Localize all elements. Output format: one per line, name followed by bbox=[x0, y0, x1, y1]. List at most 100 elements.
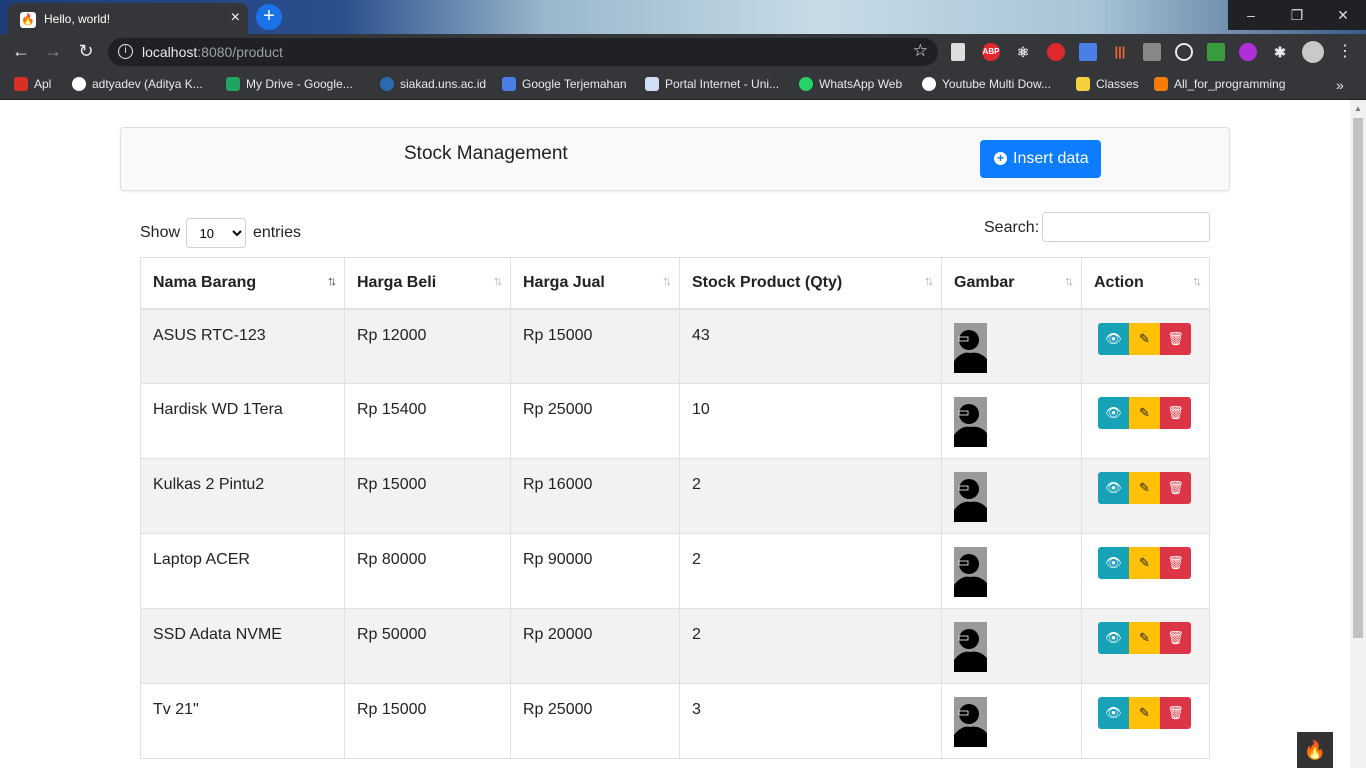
delete-button[interactable]: 🗑 bbox=[1160, 322, 1191, 355]
edit-button[interactable]: ✎ bbox=[1129, 547, 1160, 579]
trash-icon: 🗑 bbox=[1167, 630, 1184, 645]
product-image[interactable] bbox=[954, 622, 987, 672]
back-icon[interactable]: ← bbox=[10, 41, 32, 62]
insert-data-button[interactable]: + Insert data bbox=[980, 140, 1101, 178]
translate-icon[interactable] bbox=[1079, 43, 1097, 61]
delete-button[interactable]: 🗑 bbox=[1160, 622, 1191, 654]
bookmark-classes[interactable]: Classes bbox=[1076, 77, 1139, 91]
audio-icon[interactable]: ||| bbox=[1111, 43, 1129, 61]
page-icon[interactable] bbox=[951, 43, 965, 61]
column-header-stock[interactable]: Stock Product (Qty) ↑↓ bbox=[679, 257, 942, 310]
browser-tab[interactable]: 🔥 Hello, world! × bbox=[8, 3, 248, 34]
classroom-icon bbox=[1076, 77, 1090, 91]
close-window-button[interactable]: ✕ bbox=[1320, 0, 1366, 30]
edit-button[interactable]: ✎ bbox=[1129, 322, 1160, 355]
product-image[interactable] bbox=[954, 322, 987, 373]
bookmark-siakad[interactable]: siakad.uns.ac.id bbox=[380, 77, 486, 91]
cell-harga-beli: Rp 15000 bbox=[344, 683, 511, 759]
react-devtools-icon[interactable]: ⚛ bbox=[1014, 43, 1032, 61]
view-button[interactable]: 👁 bbox=[1098, 547, 1129, 579]
page-header: Stock Management + Insert data bbox=[120, 127, 1230, 191]
address-bar[interactable]: i localhost:8080/product ☆ bbox=[108, 38, 938, 66]
table-row: Kulkas 2 Pintu2 Rp 15000 Rp 16000 2 👁 ✎ 🗑 bbox=[140, 458, 1210, 534]
trash-icon: 🗑 bbox=[1167, 405, 1184, 420]
delete-button[interactable]: 🗑 bbox=[1160, 547, 1191, 579]
pencil-icon: ✎ bbox=[1139, 555, 1150, 570]
column-header-harga-beli[interactable]: Harga Beli ↑↓ bbox=[344, 257, 511, 310]
bookmark-apps[interactable]: Apl bbox=[14, 77, 51, 91]
search-input[interactable] bbox=[1042, 212, 1210, 242]
menu-kebab-icon[interactable]: ⋮ bbox=[1334, 41, 1356, 61]
entries-select[interactable]: 10 bbox=[186, 218, 247, 248]
view-button[interactable]: 👁 bbox=[1098, 397, 1129, 429]
drive-icon[interactable] bbox=[1143, 43, 1161, 61]
view-button[interactable]: 👁 bbox=[1098, 697, 1129, 729]
column-header-action[interactable]: Action ↑↓ bbox=[1081, 257, 1210, 310]
product-image[interactable] bbox=[954, 472, 987, 522]
cell-nama-barang: Laptop ACER bbox=[140, 533, 345, 609]
edit-button[interactable]: ✎ bbox=[1129, 697, 1160, 729]
bookmark-drive[interactable]: My Drive - Google... bbox=[226, 77, 353, 91]
new-tab-button[interactable]: + bbox=[256, 4, 282, 30]
cell-action: 👁 ✎ 🗑 bbox=[1081, 458, 1210, 534]
cell-gambar bbox=[941, 383, 1082, 459]
cell-stock: 2 bbox=[679, 533, 942, 609]
edit-button[interactable]: ✎ bbox=[1129, 472, 1160, 504]
cell-nama-barang: ASUS RTC-123 bbox=[140, 308, 345, 384]
edit-button[interactable]: ✎ bbox=[1129, 397, 1160, 429]
forward-icon[interactable]: → bbox=[42, 41, 64, 62]
eye-icon: 👁 bbox=[1105, 480, 1122, 495]
scrollbar-thumb[interactable] bbox=[1353, 118, 1363, 638]
page-title: Stock Management bbox=[404, 143, 568, 164]
reload-icon[interactable]: ↻ bbox=[75, 41, 97, 62]
extension-icon[interactable] bbox=[1047, 43, 1065, 61]
sort-icon: ↑↓ bbox=[924, 273, 934, 288]
restore-button[interactable]: ❐ bbox=[1274, 0, 1320, 30]
column-header-harga-jual[interactable]: Harga Jual ↑↓ bbox=[510, 257, 680, 310]
edit-button[interactable]: ✎ bbox=[1129, 622, 1160, 654]
product-image[interactable] bbox=[954, 547, 987, 597]
site-info-icon[interactable]: i bbox=[118, 44, 133, 59]
trash-icon: 🗑 bbox=[1167, 705, 1184, 720]
bookmark-github[interactable]: adtyadev (Aditya K... bbox=[72, 77, 203, 91]
adblock-icon[interactable]: ABP bbox=[982, 43, 1000, 61]
cell-nama-barang: SSD Adata NVME bbox=[140, 608, 345, 684]
bookmark-star-icon[interactable]: ☆ bbox=[913, 41, 928, 61]
profile-avatar[interactable] bbox=[1302, 41, 1324, 63]
bookmark-whatsapp[interactable]: WhatsApp Web bbox=[799, 77, 902, 91]
close-tab-icon[interactable]: × bbox=[231, 9, 240, 27]
sort-icon: ↑↓ bbox=[493, 273, 503, 288]
delete-button[interactable]: 🗑 bbox=[1160, 697, 1191, 729]
product-image[interactable] bbox=[954, 697, 987, 747]
delete-button[interactable]: 🗑 bbox=[1160, 472, 1191, 504]
extension-icon[interactable] bbox=[1207, 43, 1225, 61]
pencil-icon: ✎ bbox=[1139, 480, 1150, 495]
minimize-button[interactable]: – bbox=[1228, 0, 1274, 30]
view-button[interactable]: 👁 bbox=[1098, 472, 1129, 504]
delete-button[interactable]: 🗑 bbox=[1160, 397, 1191, 429]
bookmark-portal[interactable]: Portal Internet - Uni... bbox=[645, 77, 779, 91]
sync-icon[interactable] bbox=[1175, 43, 1193, 61]
view-button[interactable]: 👁 bbox=[1098, 322, 1129, 355]
sort-icon: ↑↓ bbox=[327, 273, 337, 288]
bookmark-youtube-downloader[interactable]: Youtube Multi Dow... bbox=[922, 77, 1051, 91]
page-scrollbar[interactable]: ▲ bbox=[1350, 100, 1366, 768]
column-header-gambar[interactable]: Gambar ↑↓ bbox=[941, 257, 1082, 310]
bookmark-programming[interactable]: All_for_programming bbox=[1154, 77, 1285, 91]
scroll-up-icon[interactable]: ▲ bbox=[1354, 104, 1362, 113]
table-row: Tv 21" Rp 15000 Rp 25000 3 👁 ✎ 🗑 bbox=[140, 683, 1210, 759]
codeigniter-debug-icon[interactable]: 🔥 bbox=[1297, 732, 1333, 768]
cell-harga-beli: Rp 80000 bbox=[344, 533, 511, 609]
extension-icon[interactable] bbox=[1239, 43, 1257, 61]
address-toolbar: ← → ↻ i localhost:8080/product ☆ ABP ⚛ |… bbox=[0, 34, 1366, 70]
blogger-icon bbox=[1154, 77, 1168, 91]
bookmark-google-translate[interactable]: Google Terjemahan bbox=[502, 77, 627, 91]
more-bookmarks-icon[interactable]: » bbox=[1336, 77, 1344, 93]
column-header-nama-barang[interactable]: Nama Barang ↑↓ bbox=[140, 257, 345, 310]
url-host: localhost bbox=[142, 44, 198, 60]
codeigniter-favicon-icon: 🔥 bbox=[20, 12, 36, 28]
view-button[interactable]: 👁 bbox=[1098, 622, 1129, 654]
products-table: Nama Barang ↑↓ Harga Beli ↑↓ Harga Jual ↑↓ … bbox=[140, 257, 1210, 759]
puzzle-extensions-icon[interactable]: ✱ bbox=[1271, 43, 1289, 61]
product-image[interactable] bbox=[954, 397, 987, 447]
